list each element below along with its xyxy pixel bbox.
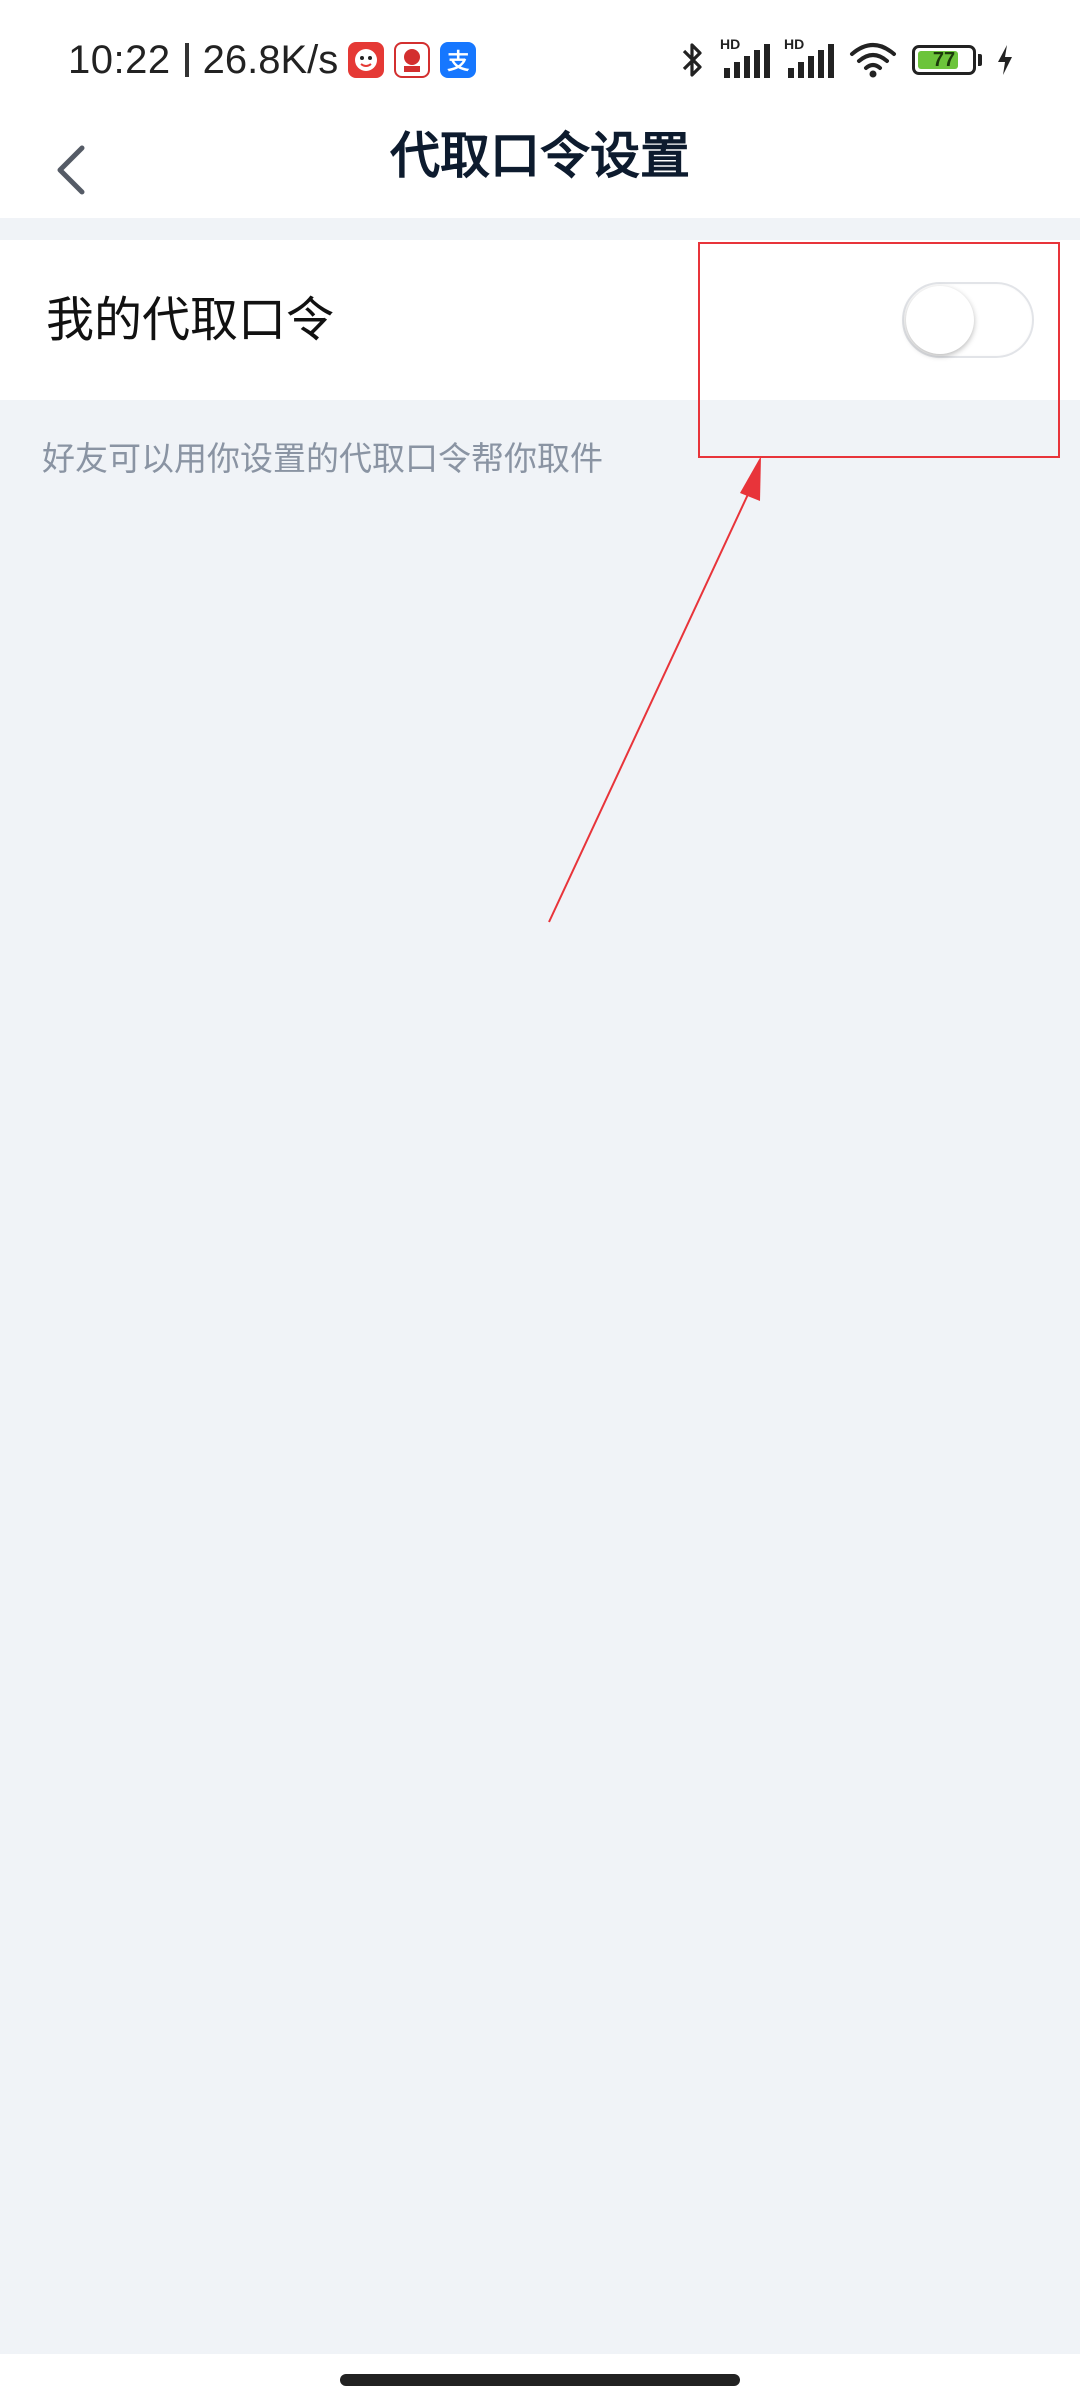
- status-time: 10:22: [68, 37, 171, 82]
- red-mascot-app-icon: [348, 42, 385, 78]
- status-bar: 10:22 26.8K/s 支 HD HD 77: [0, 0, 1080, 120]
- signal-hd-icon-1: HD: [720, 36, 770, 80]
- setting-label: 我的代取口令: [46, 292, 335, 348]
- 618-sale-app-icon: [394, 42, 431, 78]
- home-indicator[interactable]: [340, 2374, 740, 2386]
- network-speed: 26.8K/s: [202, 37, 339, 82]
- status-separator: [184, 43, 189, 77]
- status-right: HD HD 77: [666, 34, 1014, 86]
- setting-hint: 好友可以用你设置的代取口令帮你取件: [42, 439, 603, 478]
- alipay-app-icon: 支: [440, 42, 477, 78]
- page-title: 代取口令设置: [390, 127, 690, 185]
- toggle-knob: [906, 286, 974, 354]
- battery-level: 77: [932, 48, 956, 71]
- nav-bar: 代取口令设置: [0, 120, 1080, 218]
- battery-icon: 77: [912, 45, 976, 75]
- status-left: 10:22 26.8K/s 支: [68, 36, 477, 84]
- charging-icon: [996, 43, 1014, 77]
- bluetooth-icon: [680, 40, 706, 80]
- wifi-icon: [848, 40, 898, 80]
- bottom-gesture-area: [0, 2354, 1080, 2400]
- pickup-code-toggle[interactable]: [902, 282, 1034, 358]
- signal-hd-icon-2: HD: [784, 36, 834, 80]
- battery-cap: [978, 54, 982, 66]
